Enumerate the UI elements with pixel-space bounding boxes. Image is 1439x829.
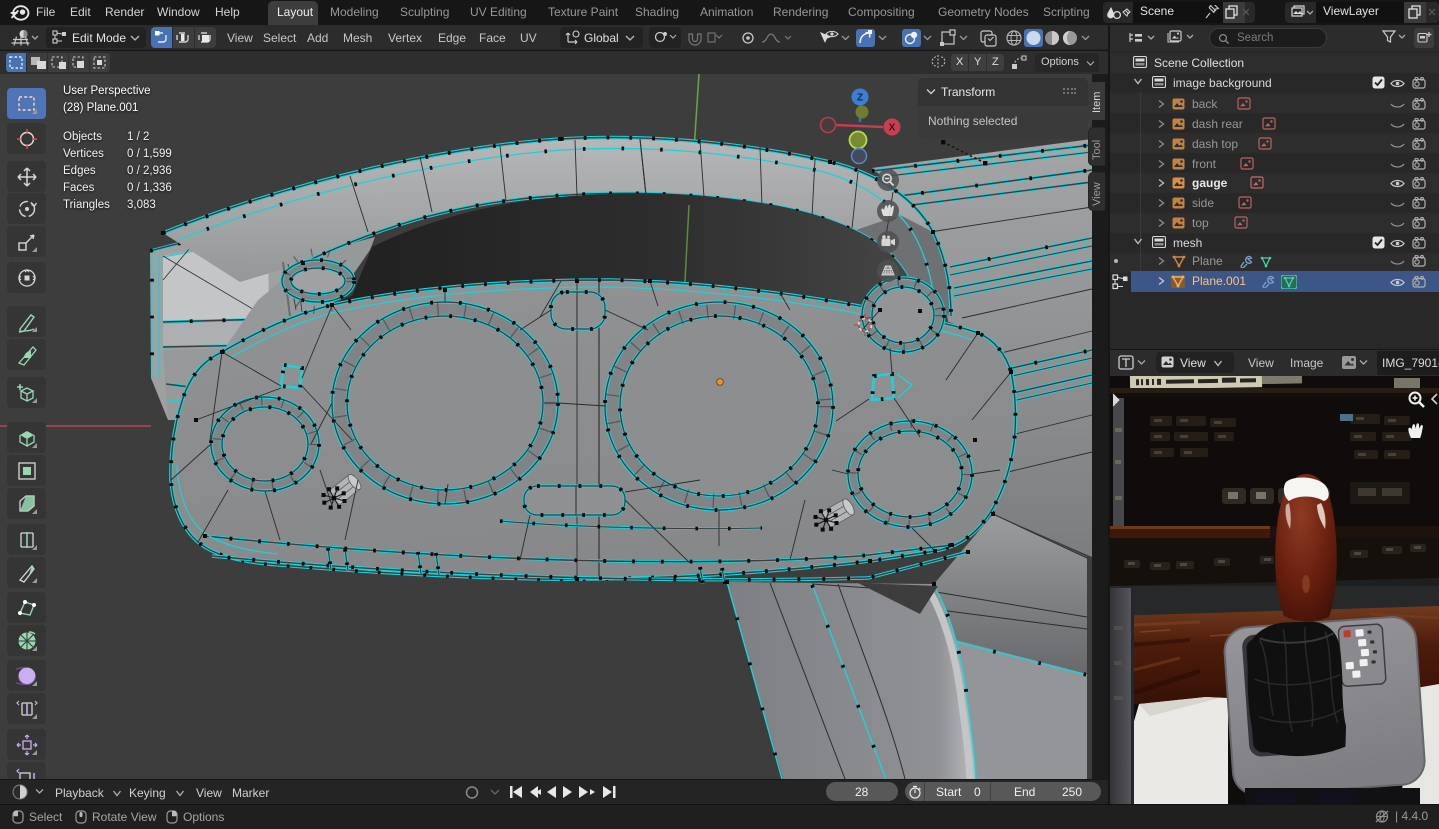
svg-text:Z: Z: [857, 93, 863, 104]
svg-text:X: X: [889, 123, 896, 134]
